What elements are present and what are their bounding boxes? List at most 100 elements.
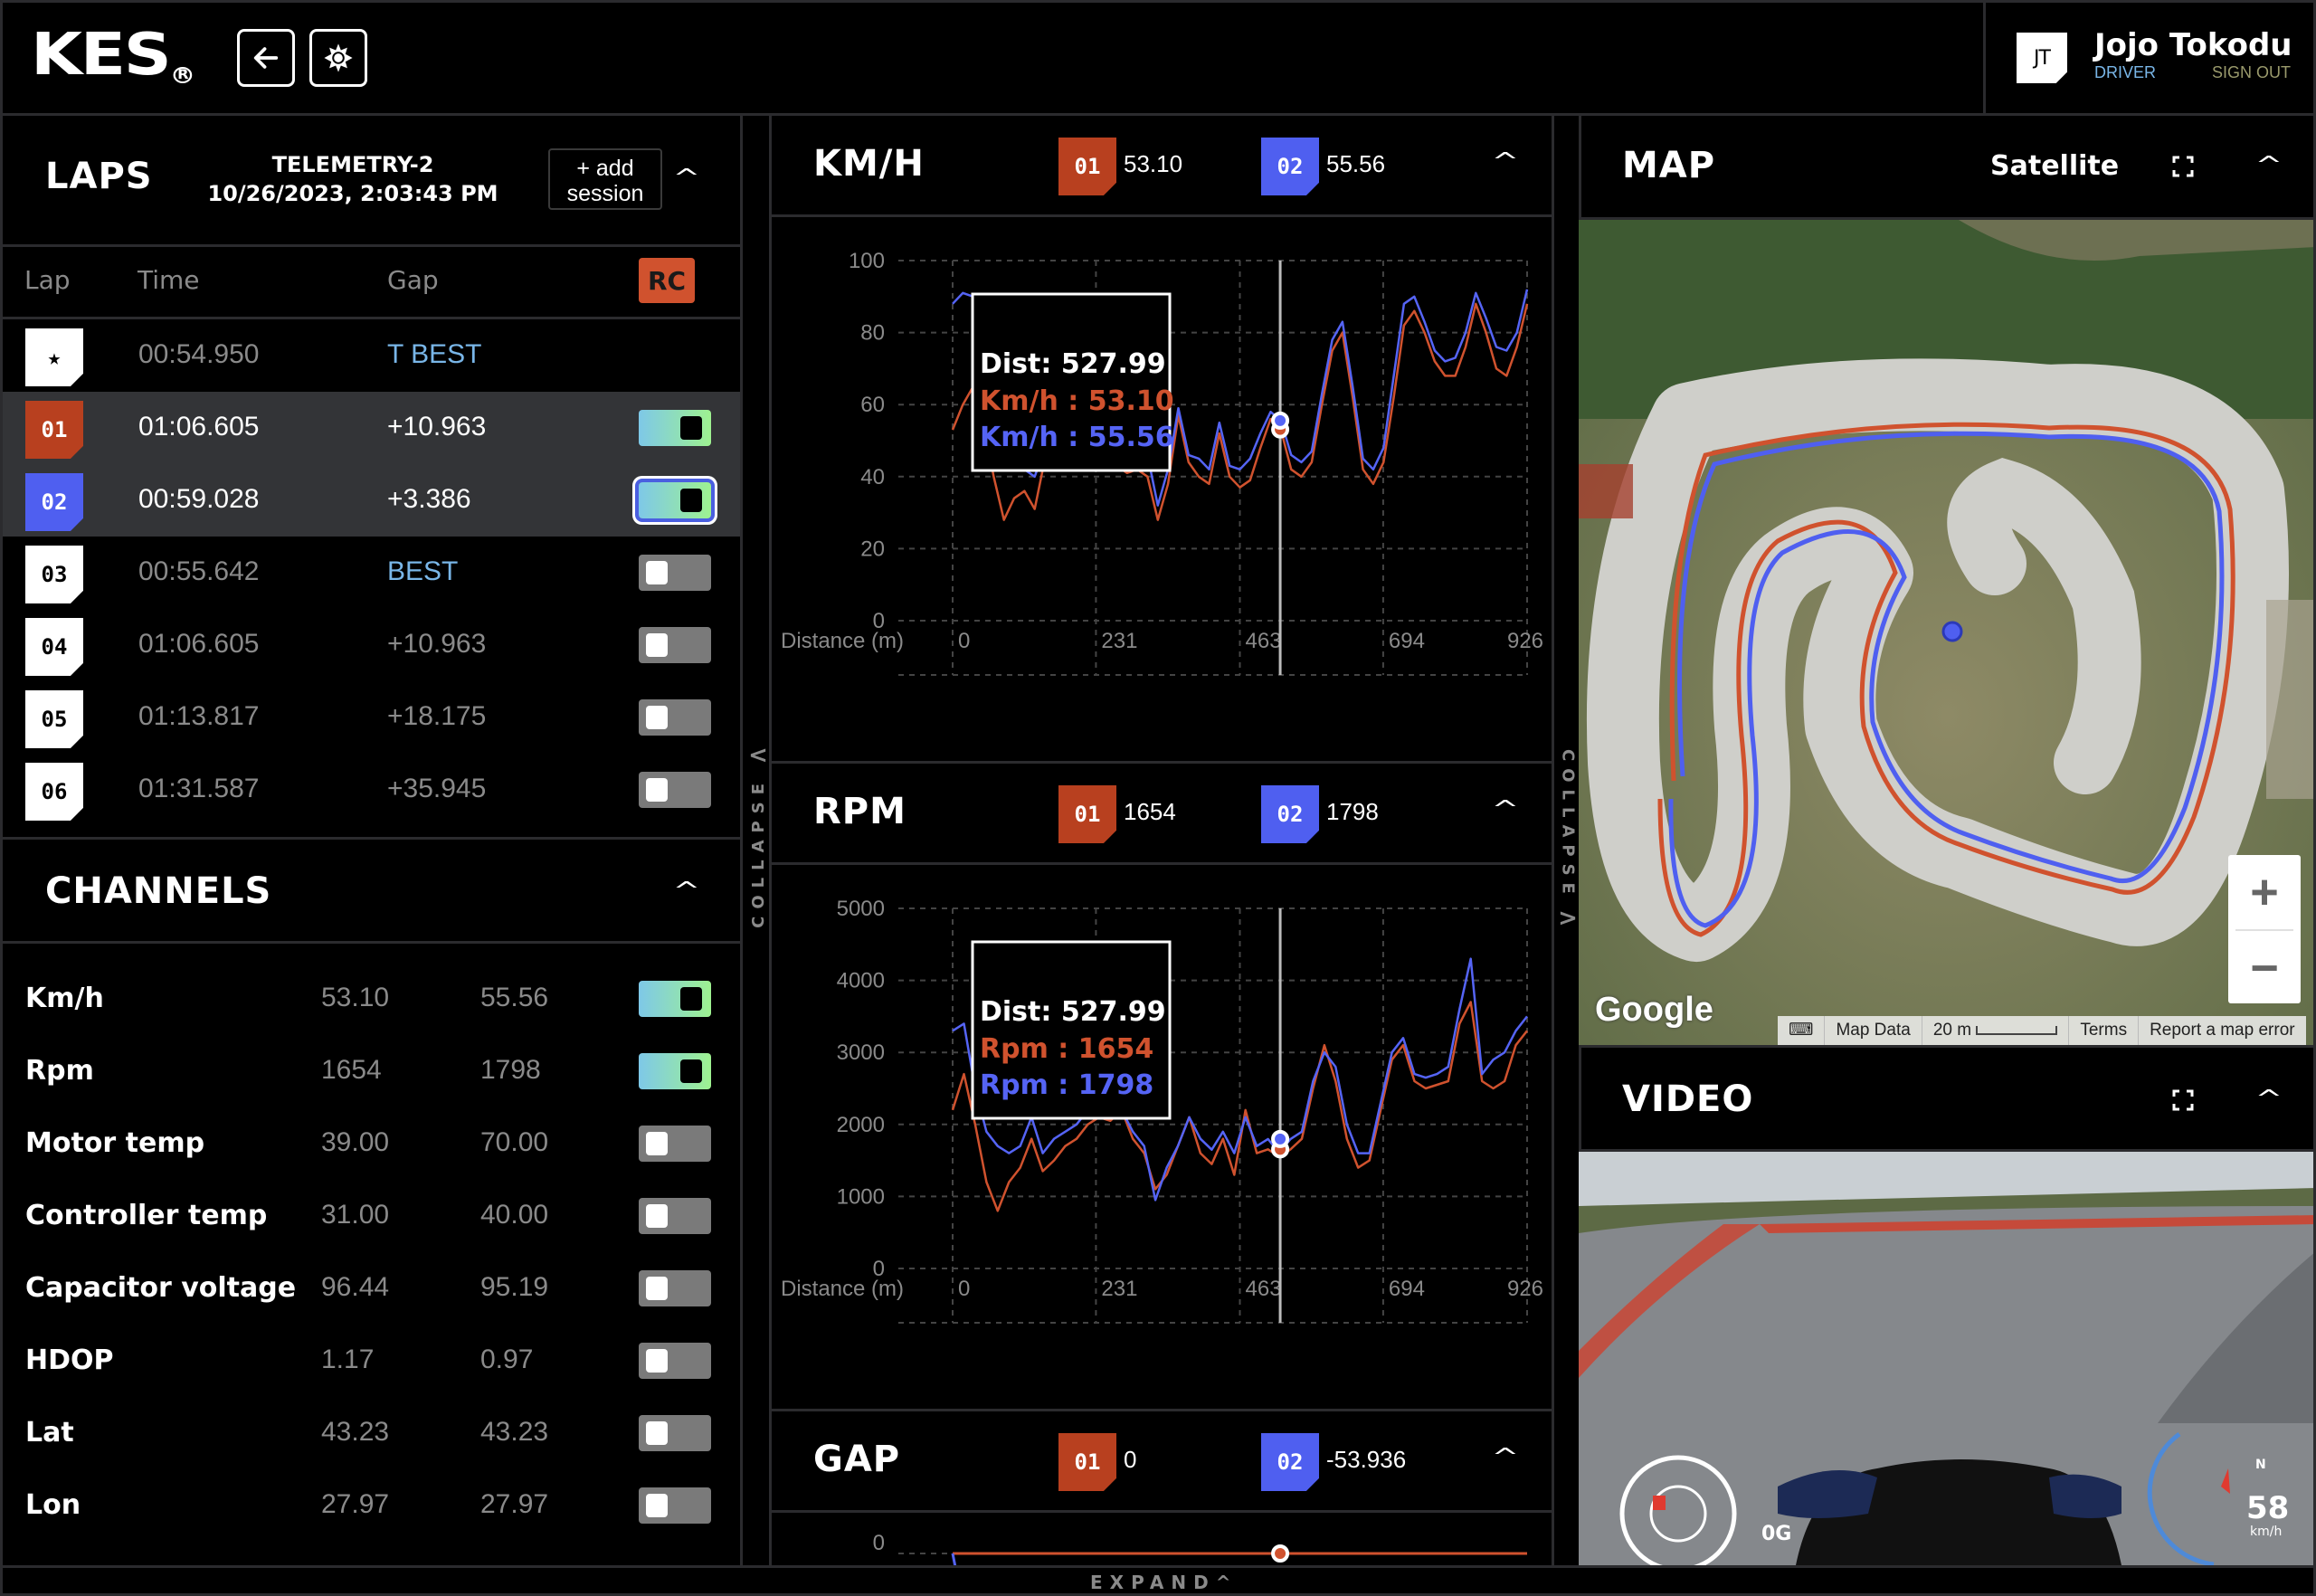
toggle-knob (646, 1421, 668, 1445)
zoom-in-button[interactable]: + (2228, 855, 2301, 929)
gap-title: GAP (813, 1439, 901, 1480)
channel-toggle[interactable] (639, 1270, 711, 1306)
expand-button[interactable]: EXPAND^ (1090, 1572, 1231, 1593)
map-scale[interactable]: 20 m (1921, 1016, 2069, 1045)
channel-toggle[interactable] (639, 1053, 711, 1089)
lap-visibility-toggle[interactable] (639, 627, 711, 663)
chevron-up-icon[interactable]: ^ (1492, 148, 1520, 176)
chevron-up-icon[interactable]: ^ (2255, 152, 2283, 179)
zoom-out-button[interactable]: − (2228, 931, 2301, 1005)
toggle-knob (646, 706, 668, 729)
x-tick-label: 0 (958, 1277, 970, 1301)
lap-row[interactable]: 05 01:13.817 +18.175 (3, 681, 740, 754)
chevron-up-icon[interactable]: ^ (1492, 1444, 1520, 1471)
lap-time: 00:55.642 (138, 556, 260, 586)
lap-visibility-toggle[interactable] (639, 699, 711, 736)
tooltip-distance: Dist: 527.99 (980, 348, 1166, 380)
channel-name: Km/h (25, 983, 104, 1014)
lap-row[interactable]: 02 00:59.028 +3.386 (3, 464, 740, 537)
back-button[interactable] (237, 29, 295, 87)
rc-button[interactable]: RC (639, 258, 695, 303)
col-time: Time (138, 265, 200, 295)
fullscreen-icon[interactable] (2172, 1089, 2194, 1111)
lap-visibility-toggle[interactable] (639, 555, 711, 591)
toggle-knob (646, 1494, 668, 1517)
series-line-lap-02 (951, 1553, 957, 1565)
star-icon: ★ (25, 328, 83, 386)
rpm-chart[interactable]: 0100020003000400050000 231 463 694 926Distan… (772, 868, 1552, 1411)
sign-out-link[interactable]: SIGN OUT (2212, 63, 2291, 82)
lap-visibility-toggle[interactable] (639, 772, 711, 808)
kmh-title: KM/H (813, 143, 925, 185)
video-frame (1579, 1152, 2316, 1565)
channel-name: Controller temp (25, 1200, 268, 1231)
channel-value-lap-02: 27.97 (480, 1489, 549, 1519)
lap-time: 01:31.587 (138, 774, 260, 803)
chevron-up-icon[interactable]: ^ (1492, 796, 1520, 823)
avatar[interactable]: JT (2017, 33, 2067, 83)
tooltip-lap-01: Km/h : 53.10 (980, 385, 1174, 417)
legend-lap-02: 02 (1261, 138, 1319, 195)
channel-name: Rpm (25, 1055, 94, 1087)
lap-badge: 03 (25, 546, 83, 603)
session-name: TELEMETRY-2 (271, 152, 434, 177)
channel-toggle[interactable] (639, 1126, 711, 1162)
add-session-button[interactable]: + add session (548, 148, 662, 210)
lap-row[interactable]: ★ 00:54.950 T BEST (3, 319, 740, 392)
channel-toggle[interactable] (639, 1343, 711, 1379)
cursor-point-lap-02 (1271, 1129, 1290, 1148)
terms-link[interactable]: Terms (2068, 1016, 2138, 1045)
tooltip-lap-01: Rpm : 1654 (980, 1033, 1153, 1065)
channel-value-lap-01: 1654 (321, 1055, 382, 1085)
lap-row[interactable]: 03 00:55.642 BEST (3, 537, 740, 609)
cursor-point-lap-01 (1271, 1544, 1290, 1563)
lap-visibility-toggle[interactable] (635, 479, 715, 522)
toggle-knob (680, 1059, 702, 1083)
chevron-up-icon[interactable]: ^ (2255, 1086, 2283, 1113)
laps-column-headers: Lap Time Gap RC (0, 247, 740, 318)
collapse-right-button[interactable]: COLLAPSE > (1554, 749, 1581, 932)
session-datetime: 10/26/2023, 2:03:43 PM (207, 181, 498, 206)
channel-toggle[interactable] (639, 981, 711, 1017)
laps-header: LAPS TELEMETRY-2 10/26/2023, 2:03:43 PM … (0, 116, 740, 244)
fullscreen-icon[interactable] (2172, 156, 2194, 177)
g-force-marker (1653, 1496, 1666, 1510)
theme-toggle-button[interactable] (309, 29, 367, 87)
lap-visibility-toggle[interactable] (639, 410, 711, 446)
video-player[interactable]: 0G N 58 km/h (1579, 1152, 2316, 1565)
lap-row[interactable]: 04 01:06.605 +10.963 (3, 609, 740, 681)
toggle-knob (646, 1349, 668, 1373)
x-tick-label: 463 (1246, 1277, 1282, 1301)
channel-toggle[interactable] (639, 1415, 711, 1451)
y-tick-label: 2000 (837, 1113, 885, 1137)
chevron-up-icon[interactable]: ^ (673, 878, 701, 905)
channel-toggle[interactable] (639, 1198, 711, 1234)
map-data-link[interactable]: Map Data (1824, 1016, 1921, 1045)
lap-gap: +10.963 (387, 629, 487, 659)
lap-row[interactable]: 06 01:31.587 +35.945 (3, 754, 740, 826)
toggle-knob (680, 489, 702, 512)
user-name: Jojo Tokodu (2094, 27, 2292, 63)
channel-row: Capacitor voltage 96.44 95.19 (3, 1252, 740, 1325)
user-area: JT Jojo Tokodu DRIVER SIGN OUT (1983, 0, 2316, 116)
map-title: MAP (1622, 145, 1716, 186)
kmh-chart[interactable]: 0204060801000 231 463 694 926Distance (m)Dis… (772, 220, 1552, 763)
collapse-left-button[interactable]: < COLLAPSE (745, 742, 772, 928)
panel-divider (740, 116, 743, 1565)
col-lap: Lap (24, 265, 71, 295)
lap-row[interactable]: 01 01:06.605 +10.963 (3, 392, 740, 464)
col-gap: Gap (387, 265, 439, 295)
report-map-error-link[interactable]: Report a map error (2138, 1016, 2306, 1045)
chevron-up-icon[interactable]: ^ (673, 165, 701, 192)
collapse-label: COLLAPSE (748, 776, 768, 928)
y-tick-label: 4000 (837, 969, 885, 993)
toggle-knob (646, 778, 668, 802)
cursor-point-lap-02 (1271, 411, 1290, 430)
gap-chart[interactable]: 0 (772, 1515, 1552, 1565)
channel-toggle[interactable] (639, 1487, 711, 1524)
map-type-selector[interactable]: Satellite (1990, 150, 2119, 182)
satellite-map[interactable]: + − Google ⌨ Map Data 20 m Terms Report … (1579, 220, 2316, 1045)
g-force-readout: 0G (1761, 1523, 1792, 1545)
top-bar: KES R JT Jojo Tokodu DRIVER SIGN OUT (0, 0, 2316, 116)
keyboard-icon[interactable]: ⌨ (1778, 1016, 1824, 1045)
